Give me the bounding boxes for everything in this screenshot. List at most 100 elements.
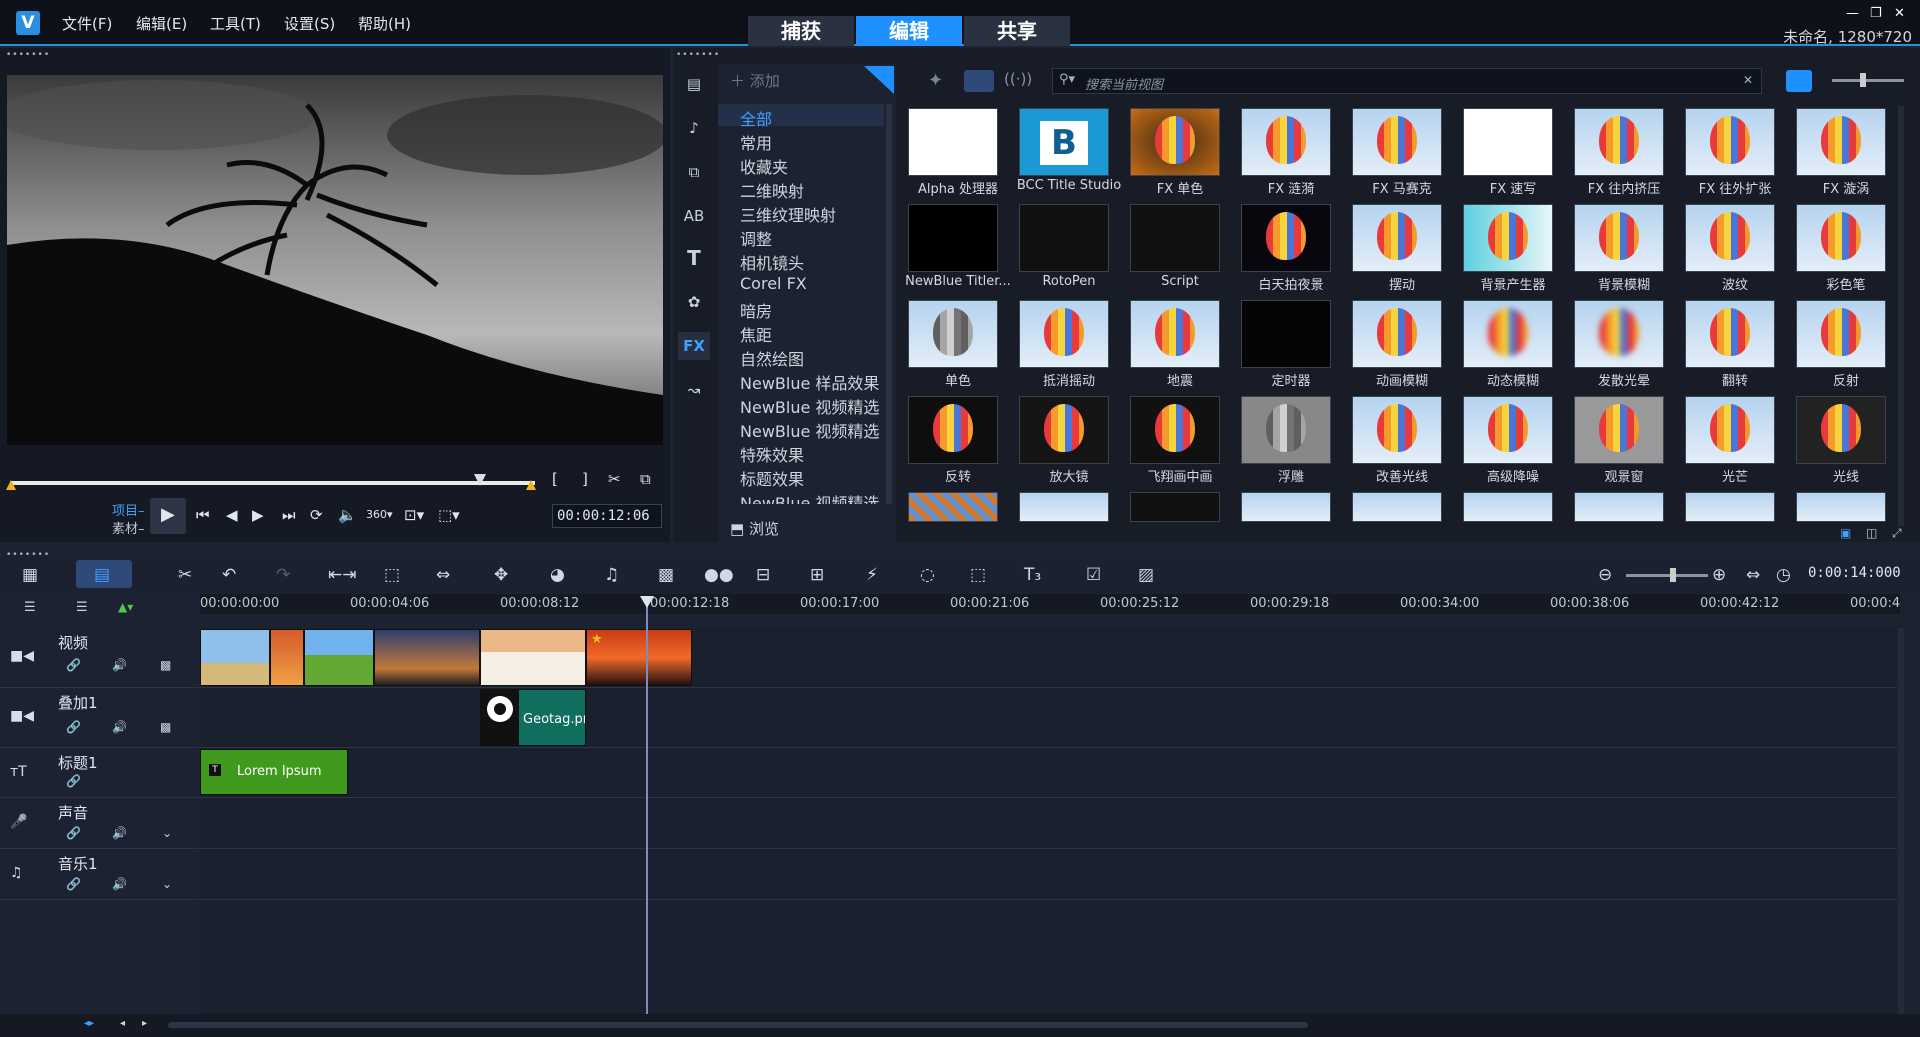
aspect-ratio-icon[interactable]: ⊡▾ [404,506,424,524]
overlay-clip[interactable]: Geotag.pn [480,689,586,746]
text-icon[interactable]: T [678,244,710,272]
menu-tools[interactable]: 工具(T) [210,13,261,34]
tab-share[interactable]: 共享 [964,16,1070,46]
motion-track-icon[interactable]: ●● [704,565,734,585]
link-icon[interactable]: 🔗 [66,877,81,891]
clip-mode-label[interactable]: 素材– [112,518,145,537]
mask-icon[interactable]: ⬚ [970,565,986,585]
close-icon[interactable]: ✕ [1894,6,1905,21]
effect-thumbnail[interactable]: 单色 [904,298,1012,392]
crop-icon[interactable]: ⬚ [384,565,400,585]
previous-frame-icon[interactable]: ◀ [226,506,238,524]
category-scrollbar[interactable] [886,104,892,504]
subtitle-icon[interactable]: ⊟ [756,565,770,585]
favorites-icon[interactable]: ✦ [928,70,943,91]
menu-edit[interactable]: 编辑(E) [136,13,187,34]
view-mode-button[interactable] [1786,70,1812,92]
playback-scrubber[interactable] [10,481,535,485]
effects-scrollbar[interactable] [1898,106,1904,526]
effect-thumbnail[interactable]: 动画模糊 [1348,298,1456,392]
tab-capture[interactable]: 捕获 [748,16,854,46]
link-icon[interactable]: 🔗 [66,774,81,788]
move-icon[interactable]: ✥ [494,565,508,585]
safe-zone-icon[interactable]: ⬚▾ [438,506,460,524]
undo-icon[interactable]: ↶ [222,565,236,585]
mute-icon[interactable]: 🔊 [112,720,127,734]
effect-thumbnail[interactable]: 抵消摇动 [1015,298,1123,392]
effect-thumbnail[interactable]: B BCC Title Studio [1015,106,1123,200]
effect-thumbnail[interactable]: 翻转 [1681,298,1789,392]
next-frame-icon[interactable]: ▶ [252,506,264,524]
thumbnail-size-slider[interactable] [1832,79,1904,82]
chevron-down-icon[interactable]: ⌄ [162,826,172,840]
horizontal-scrollbar[interactable] [168,1022,1308,1028]
split-view-icon[interactable]: ◫ [1866,526,1877,540]
category-item[interactable]: 特殊效果 [740,442,890,466]
instant-project-icon[interactable]: ♪ [678,114,710,142]
effect-thumbnail-partial[interactable] [1130,492,1220,522]
effect-thumbnail[interactable]: 光芒 [1681,394,1789,488]
effect-thumbnail[interactable]: 彩色笔 [1792,202,1896,296]
category-item[interactable]: 相机镜头 [740,250,890,274]
zoom-handle[interactable] [1670,568,1676,582]
fit-timeline-icon[interactable]: ⇔ [1746,565,1760,585]
mute-icon[interactable]: 🔊 [112,658,127,672]
expand-icon[interactable]: ⤢ [1892,526,1902,541]
clear-search-icon[interactable]: ✕ [1743,73,1753,87]
title-clip[interactable]: T Lorem Ipsum [200,749,348,795]
zoom-out-icon[interactable]: ⊖ [1598,565,1612,585]
track-manager-icon[interactable]: ☰ [24,600,36,615]
show-video-filters-button[interactable] [964,70,994,92]
category-item[interactable]: 收藏夹 [740,154,890,178]
effect-thumbnail[interactable]: 放大镜 [1015,394,1123,488]
category-item[interactable]: 标题效果 [740,466,890,490]
browse-button[interactable]: ⬒ 浏览 [730,518,779,539]
graphic-icon[interactable]: ✿ [678,288,710,316]
title-track[interactable]: T Lorem Ipsum [200,748,1897,798]
storyboard-view-icon[interactable]: ▦ [22,565,38,585]
ripple-edit-icon[interactable]: ▲▾ [118,600,133,614]
category-item[interactable]: NewBlue 视频精选 [740,490,890,504]
search-input[interactable]: 搜索当前视图 [1085,74,1163,93]
minimize-icon[interactable]: — [1846,6,1859,21]
volume-icon[interactable]: 🔈 [338,506,357,524]
effect-thumbnail[interactable]: 地震 [1126,298,1234,392]
effect-thumbnail[interactable]: FX 单色 [1126,106,1234,200]
zoom-in-icon[interactable]: ⊕ [1712,565,1726,585]
effect-thumbnail[interactable]: 观景窗 [1570,394,1678,488]
panel-grip-icon[interactable]: ••••••• [676,50,720,60]
video-clip[interactable] [480,629,586,686]
video-clip[interactable] [374,629,480,686]
music-track[interactable] [200,849,1897,900]
mute-icon[interactable]: 🔊 [112,877,127,891]
add-category-button[interactable]: ＋ 添加 [730,70,780,91]
menu-file[interactable]: 文件(F) [62,13,112,34]
fx-filter-icon[interactable]: FX [678,332,710,360]
effect-thumbnail[interactable]: 摆动 [1348,202,1456,296]
link-icon[interactable]: 🔗 [66,720,81,734]
add-track-icon[interactable]: ☰ [76,600,88,615]
effect-thumbnail[interactable]: 飞翔画中画 [1126,394,1234,488]
show-audio-filters-icon[interactable]: ((·)) [1004,70,1032,88]
effect-thumbnail[interactable]: 光线 [1792,394,1896,488]
video-clip[interactable]: ★ [586,629,692,686]
go-to-end-icon[interactable]: ⏭ [282,506,296,524]
chevron-down-icon[interactable]: ⌄ [162,877,172,891]
effect-thumbnail[interactable]: 反转 [904,394,1012,488]
mute-icon[interactable]: 🔊 [112,826,127,840]
transition-icon[interactable]: ⧉ [678,158,710,186]
search-bar[interactable]: ⚲▾ 搜索当前视图 ✕ [1052,68,1762,94]
speed-icon[interactable]: ⚡ [866,565,878,585]
category-item[interactable]: 自然绘图 [740,346,890,370]
effect-thumbnail[interactable]: 白天拍夜景 [1237,202,1345,296]
panel-grip-icon[interactable]: ••••••• [6,550,50,560]
category-item[interactable]: Corel FX [740,274,890,293]
restore-icon[interactable]: ❐ [1870,6,1882,21]
pin-icon[interactable] [864,66,894,94]
360-view-icon[interactable]: 360▾ [366,508,393,521]
effect-thumbnail-partial[interactable] [908,492,998,522]
effect-thumbnail[interactable]: 高级降噪 [1459,394,1567,488]
scroll-right-icon[interactable]: ▸ [142,1018,147,1029]
link-icon[interactable]: 🔗 [66,658,81,672]
panel-grip-icon[interactable]: ••••••• [6,50,50,60]
